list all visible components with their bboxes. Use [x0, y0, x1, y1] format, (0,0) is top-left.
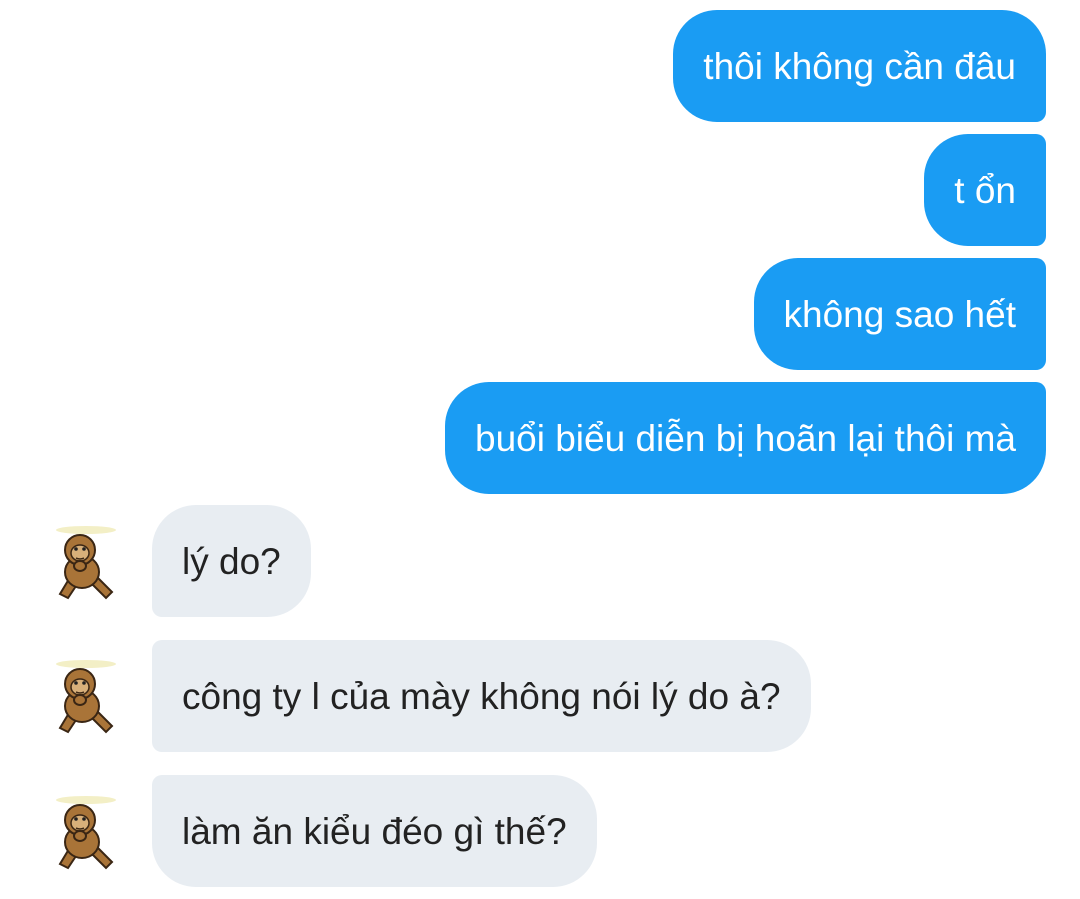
incoming-message[interactable]: lý do?	[152, 505, 311, 617]
incoming-message[interactable]: công ty l của mày không nói lý do à?	[152, 640, 811, 752]
outgoing-message[interactable]: buổi biểu diễn bị hoãn lại thôi mà	[445, 382, 1046, 494]
message-text: buổi biểu diễn bị hoãn lại thôi mà	[475, 417, 1016, 459]
outgoing-message[interactable]: không sao hết	[753, 258, 1046, 370]
message-text: làm ăn kiểu đéo gì thế?	[182, 810, 567, 852]
monkey-avatar-icon[interactable]	[50, 792, 120, 874]
monkey-avatar-icon[interactable]	[50, 656, 120, 738]
message-text: thôi không cần đâu	[703, 45, 1016, 87]
outgoing-message[interactable]: t ổn	[924, 134, 1046, 246]
message-text: lý do?	[182, 540, 281, 582]
monkey-avatar-icon[interactable]	[50, 522, 120, 604]
message-text: công ty l của mày không nói lý do à?	[182, 675, 781, 717]
message-text: không sao hết	[783, 293, 1016, 335]
message-text: t ổn	[954, 169, 1016, 211]
outgoing-message[interactable]: thôi không cần đâu	[673, 10, 1046, 122]
chat-thread: thôi không cần đâu t ổn không sao hết bu…	[0, 0, 1080, 899]
incoming-message[interactable]: làm ăn kiểu đéo gì thế?	[152, 775, 597, 887]
